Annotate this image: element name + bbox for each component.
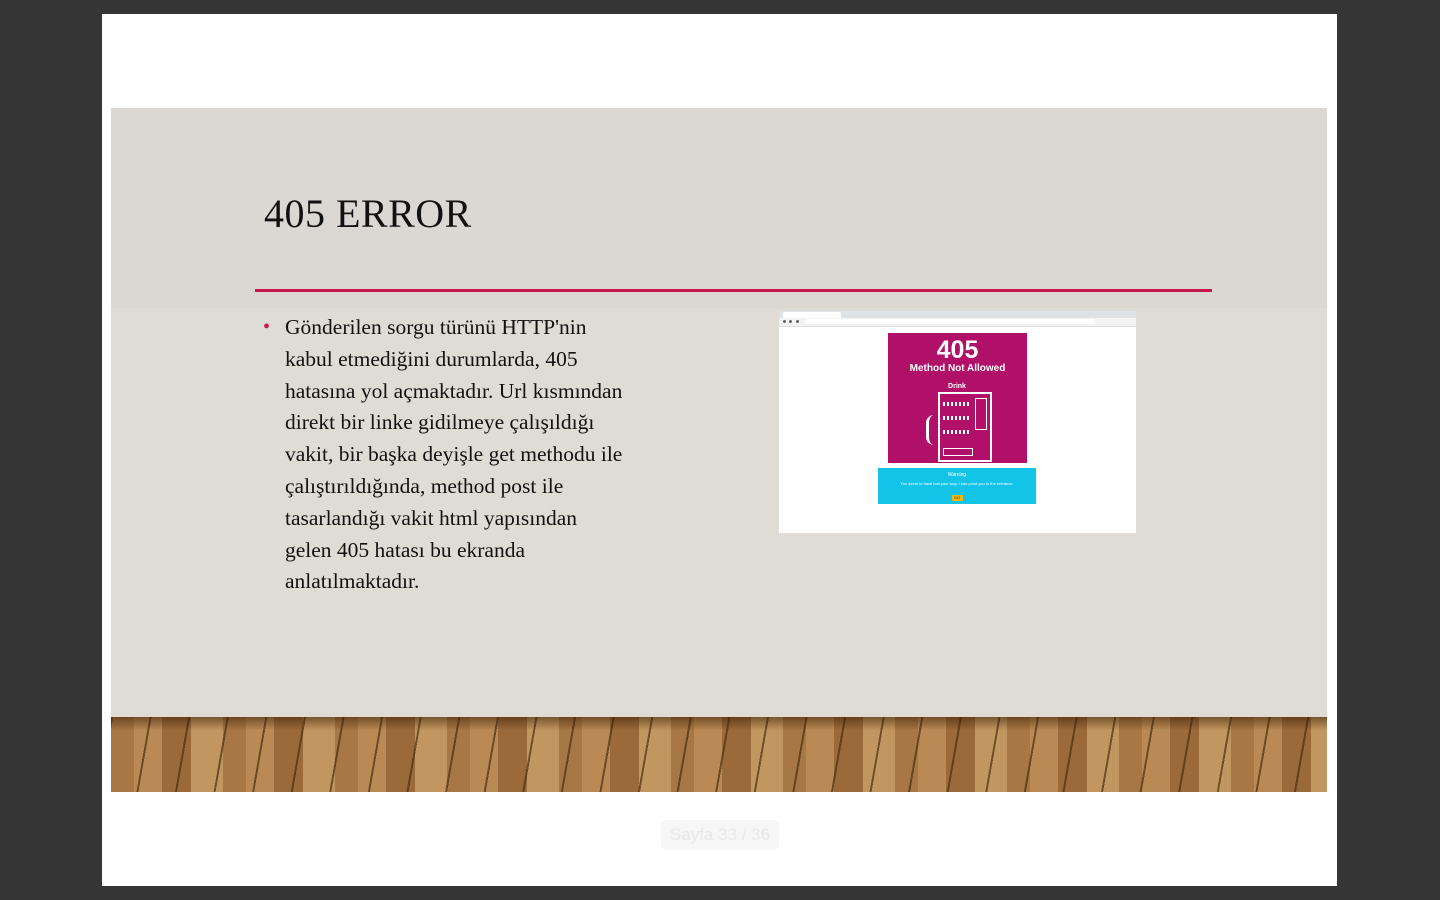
error-screenshot-image: 405 Method Not Allowed Drink Warning You…: [779, 311, 1136, 533]
slide-title: 405 ERROR: [264, 191, 472, 236]
bullet-text: Gönderilen sorgu türünü HTTP'nin kabul e…: [285, 315, 623, 594]
error-message: Method Not Allowed: [909, 363, 1006, 374]
error-card: 405 Method Not Allowed Drink: [888, 333, 1027, 463]
page-indicator: Sayfa 33 / 36: [661, 820, 779, 850]
browser-tab-bar: [779, 311, 1136, 318]
machine-label: Drink: [948, 383, 966, 390]
slide: 405 ERROR • Gönderilen sorgu türünü HTTP…: [111, 108, 1327, 792]
person-icon: [926, 415, 941, 445]
warning-text: You seem to have lost your way. I can po…: [900, 481, 1014, 486]
reload-icon: [796, 320, 799, 323]
warning-title: Warning: [947, 472, 967, 478]
url-field: [805, 319, 1095, 324]
go-button: GO: [951, 495, 963, 501]
browser-address-bar: [779, 318, 1136, 327]
bullet-list: • Gönderilen sorgu türünü HTTP'nin kabul…: [263, 312, 623, 598]
title-divider: [255, 289, 1212, 292]
document-page: 405 ERROR • Gönderilen sorgu türünü HTTP…: [102, 14, 1337, 886]
forward-icon: [789, 320, 792, 323]
warning-box: Warning You seem to have lost your way. …: [878, 468, 1036, 504]
error-code: 405: [936, 336, 979, 364]
back-icon: [783, 320, 786, 323]
vending-machine-icon: [938, 392, 992, 462]
bullet-dot-icon: •: [263, 316, 271, 338]
wooden-floor-decoration: [111, 717, 1327, 792]
